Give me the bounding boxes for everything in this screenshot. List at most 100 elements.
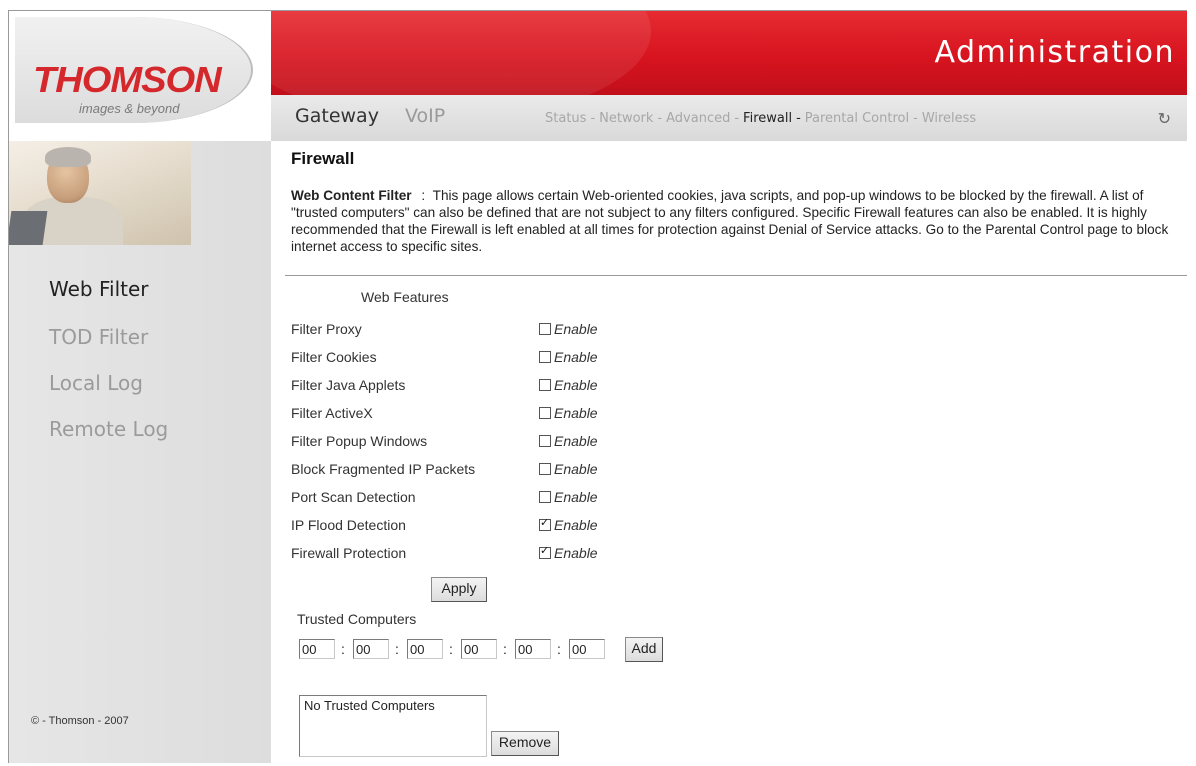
sub-nav-firewall[interactable]: Firewall	[743, 111, 792, 126]
checkbox-icon[interactable]	[539, 351, 551, 363]
checkbox-icon[interactable]	[539, 435, 551, 447]
nav-gateway[interactable]: Gateway	[295, 105, 379, 127]
enable-checkbox[interactable]: Enable	[539, 377, 598, 393]
add-button[interactable]: Add	[625, 637, 663, 662]
photo-laptop	[9, 211, 48, 245]
mac-octet-2-input[interactable]	[353, 639, 389, 659]
enable-label: Enable	[554, 545, 598, 561]
trusted-computers-list[interactable]: No Trusted Computers	[299, 695, 487, 757]
sub-nav-wireless[interactable]: Wireless	[922, 111, 976, 126]
header-bar: Administration	[271, 11, 1187, 95]
enable-label: Enable	[554, 377, 598, 393]
page-title: Firewall	[291, 149, 355, 168]
feature-label: Filter Cookies	[291, 349, 377, 365]
sidebar-item-web-filter[interactable]: Web Filter	[49, 277, 149, 301]
checkbox-icon[interactable]	[539, 379, 551, 391]
checkbox-icon[interactable]	[539, 491, 551, 503]
feature-label: Filter Popup Windows	[291, 433, 428, 449]
thomson-logo[interactable]: THOMSON	[33, 59, 222, 101]
feature-row-port-scan-detection: Port Scan Detection Enable	[291, 489, 691, 509]
enable-label: Enable	[554, 349, 598, 365]
mac-separator: :	[557, 641, 561, 657]
feature-row-block-fragmented-ip: Block Fragmented IP Packets Enable	[291, 461, 691, 481]
enable-label: Enable	[554, 433, 598, 449]
enable-checkbox[interactable]: Enable	[539, 321, 598, 337]
enable-checkbox[interactable]: Enable	[539, 516, 598, 533]
nav-bar: Gateway VoIP Status - Network - Advanced - Fir…	[271, 95, 1187, 142]
page-description: Web Content Filter : This page allows ce…	[291, 187, 1187, 255]
feature-label: Block Fragmented IP Packets	[291, 461, 476, 477]
checkbox-icon[interactable]	[539, 407, 551, 419]
logo-area: THOMSON images & beyond	[9, 11, 271, 141]
enable-label: Enable	[554, 489, 598, 505]
apply-button[interactable]: Apply	[431, 577, 487, 602]
description-separator: :	[421, 188, 426, 203]
sub-nav-separator: -	[913, 111, 918, 126]
sidebar-item-remote-log[interactable]: Remote Log	[49, 417, 168, 441]
enable-checkbox[interactable]: Enable	[539, 349, 598, 365]
checkbox-icon[interactable]	[539, 323, 551, 335]
enable-label: Enable	[554, 461, 598, 477]
checkbox-checked-icon[interactable]	[539, 544, 551, 559]
logo-tagline: images & beyond	[79, 101, 180, 116]
app-window: THOMSON images & beyond Administration G…	[8, 10, 1187, 763]
mac-octet-4-input[interactable]	[461, 639, 497, 659]
feature-row-filter-java-applets: Filter Java Applets Enable	[291, 377, 691, 397]
sub-nav-status[interactable]: Status	[545, 111, 586, 126]
feature-row-filter-popup-windows: Filter Popup Windows Enable	[291, 433, 691, 453]
enable-label: Enable	[554, 517, 598, 533]
list-item[interactable]: No Trusted Computers	[304, 698, 482, 713]
divider	[285, 275, 1187, 276]
sub-nav-separator: -	[734, 111, 740, 126]
sub-nav: Status - Network - Advanced - Firewall - Parenta…	[545, 111, 976, 126]
mac-octet-3-input[interactable]	[407, 639, 443, 659]
mac-octet-1-input[interactable]	[299, 639, 335, 659]
enable-checkbox[interactable]: Enable	[539, 461, 598, 477]
page-section-title: Administration	[934, 35, 1175, 70]
sub-nav-separator: -	[657, 111, 663, 126]
sidebar-item-local-log[interactable]: Local Log	[49, 371, 143, 395]
feature-label: IP Flood Detection	[291, 517, 406, 533]
mac-octet-6-input[interactable]	[569, 639, 605, 659]
sub-nav-separator: -	[590, 111, 596, 126]
feature-row-ip-flood-detection: IP Flood Detection Enable	[291, 516, 691, 537]
main-content: Firewall Web Content Filter : This page …	[271, 141, 1187, 763]
feature-label: Firewall Protection	[291, 545, 407, 561]
copyright: © - Thomson - 2007	[31, 715, 129, 727]
mac-separator: :	[449, 641, 453, 657]
sidebar-photo	[9, 141, 191, 245]
nav-voip[interactable]: VoIP	[405, 105, 445, 127]
checkbox-icon[interactable]	[539, 463, 551, 475]
feature-label: Filter Proxy	[291, 321, 362, 337]
sub-nav-network[interactable]: Network	[599, 111, 653, 126]
enable-checkbox[interactable]: Enable	[539, 405, 598, 421]
refresh-icon[interactable]: ↻	[1158, 109, 1171, 129]
mac-octet-5-input[interactable]	[515, 639, 551, 659]
checkbox-checked-icon[interactable]	[539, 516, 551, 531]
enable-checkbox[interactable]: Enable	[539, 489, 598, 505]
description-lead: Web Content Filter	[291, 188, 412, 203]
sub-nav-parental-control[interactable]: Parental Control	[805, 111, 909, 126]
enable-checkbox[interactable]: Enable	[539, 544, 598, 561]
web-features-header: Web Features	[361, 289, 449, 305]
enable-label: Enable	[554, 405, 598, 421]
sidebar: Web Filter TOD Filter Local Log Remote L…	[9, 141, 271, 763]
mac-separator: :	[341, 641, 345, 657]
feature-label: Filter Java Applets	[291, 377, 406, 393]
photo-person-hair	[45, 147, 91, 167]
feature-row-filter-activex: Filter ActiveX Enable	[291, 405, 691, 425]
enable-label: Enable	[554, 321, 598, 337]
sidebar-item-tod-filter[interactable]: TOD Filter	[49, 325, 148, 349]
feature-row-filter-cookies: Filter Cookies Enable	[291, 349, 691, 369]
sub-nav-separator: -	[796, 111, 801, 126]
trusted-computers-label: Trusted Computers	[297, 611, 417, 627]
feature-label: Filter ActiveX	[291, 405, 373, 421]
enable-checkbox[interactable]: Enable	[539, 433, 598, 449]
sub-nav-advanced[interactable]: Advanced	[666, 111, 730, 126]
feature-label: Port Scan Detection	[291, 489, 416, 505]
feature-row-filter-proxy: Filter Proxy Enable	[291, 321, 691, 341]
mac-separator: :	[395, 641, 399, 657]
feature-row-firewall-protection: Firewall Protection Enable	[291, 544, 691, 565]
remove-button[interactable]: Remove	[491, 731, 559, 756]
mac-separator: :	[503, 641, 507, 657]
